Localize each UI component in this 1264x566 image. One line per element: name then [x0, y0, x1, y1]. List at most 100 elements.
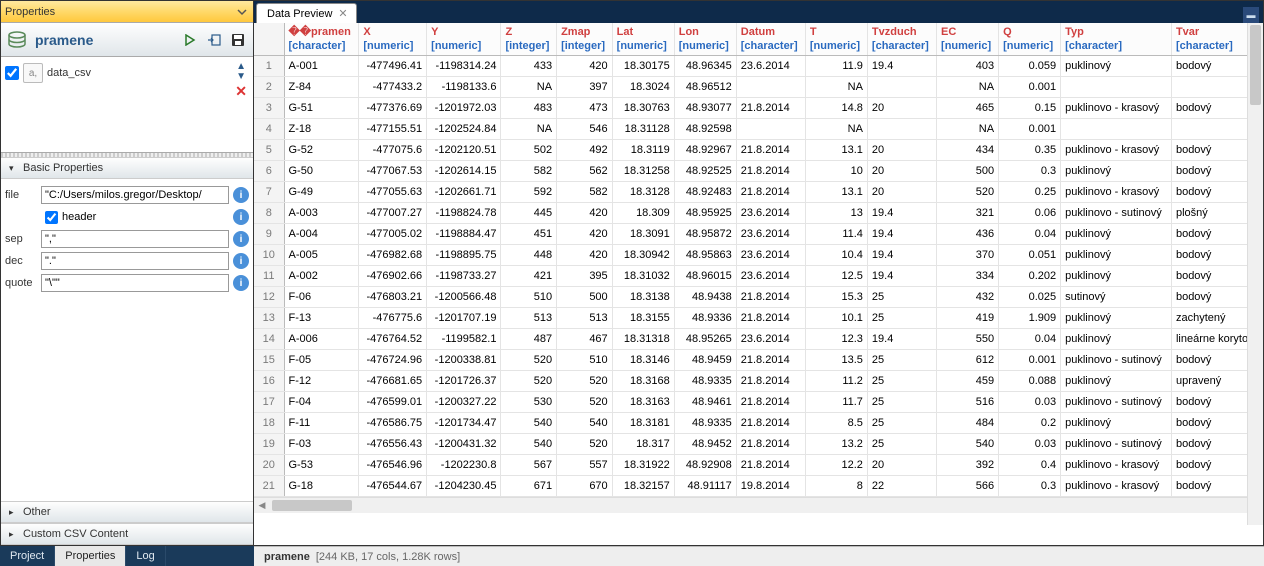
info-icon[interactable]: i — [233, 275, 249, 291]
cell[interactable]: 19.8.2014 — [736, 476, 805, 497]
cell[interactable]: G-52 — [284, 140, 359, 161]
cell[interactable]: -476586.75 — [359, 413, 427, 434]
cell[interactable]: 48.92598 — [674, 119, 736, 140]
cell[interactable]: puklinový — [1061, 371, 1172, 392]
column-header[interactable]: ��pramen[character] — [284, 23, 359, 56]
cell[interactable]: 18.3128 — [612, 182, 674, 203]
cell[interactable]: 321 — [937, 203, 999, 224]
cell[interactable]: -1198824.78 — [427, 203, 501, 224]
info-icon[interactable]: i — [233, 209, 249, 225]
cell[interactable]: 21.8.2014 — [736, 140, 805, 161]
cell[interactable]: A-001 — [284, 56, 359, 77]
cell[interactable]: -1201726.37 — [427, 371, 501, 392]
cell[interactable]: 0.03 — [999, 392, 1061, 413]
cell[interactable]: 397 — [557, 77, 613, 98]
scroll-thumb[interactable] — [1250, 25, 1261, 105]
cell[interactable] — [867, 119, 936, 140]
cell[interactable]: 433 — [501, 56, 557, 77]
cell[interactable]: 451 — [501, 224, 557, 245]
cell[interactable]: 392 — [937, 455, 999, 476]
column-header[interactable]: Y[numeric] — [427, 23, 501, 56]
save-icon[interactable] — [229, 31, 247, 49]
column-header[interactable]: Z[integer] — [501, 23, 557, 56]
cell[interactable]: NA — [501, 119, 557, 140]
delete-icon[interactable]: ✕ — [235, 83, 247, 100]
cell[interactable]: 540 — [937, 434, 999, 455]
cell[interactable]: 520 — [557, 392, 613, 413]
cell[interactable]: 23.6.2014 — [736, 56, 805, 77]
cell[interactable]: 459 — [937, 371, 999, 392]
cell[interactable]: 19.4 — [867, 224, 936, 245]
cell[interactable]: 18.3168 — [612, 371, 674, 392]
table-row[interactable]: 20G-53-476546.96-1202230.856755718.31922… — [254, 455, 1263, 476]
cell[interactable]: -1198895.75 — [427, 245, 501, 266]
cell[interactable]: 513 — [557, 308, 613, 329]
cell[interactable]: 11.7 — [805, 392, 867, 413]
table-row[interactable]: 14A-006-476764.52-1199582.148746718.3131… — [254, 329, 1263, 350]
cell[interactable]: NA — [501, 77, 557, 98]
cell[interactable]: 432 — [937, 287, 999, 308]
cell[interactable]: puklinovo - sutinový — [1061, 434, 1172, 455]
cell[interactable]: F-12 — [284, 371, 359, 392]
cell[interactable]: 530 — [501, 392, 557, 413]
cell[interactable]: 403 — [937, 56, 999, 77]
cell[interactable]: 25 — [867, 371, 936, 392]
cell[interactable]: 21.8.2014 — [736, 371, 805, 392]
cell[interactable]: 550 — [937, 329, 999, 350]
cell[interactable]: -477005.02 — [359, 224, 427, 245]
cell[interactable]: 19.4 — [867, 245, 936, 266]
cell[interactable]: 21.8.2014 — [736, 350, 805, 371]
cell[interactable]: 483 — [501, 98, 557, 119]
cell[interactable]: 567 — [501, 455, 557, 476]
cell[interactable]: 520 — [501, 371, 557, 392]
column-header[interactable]: Datum[character] — [736, 23, 805, 56]
info-icon[interactable]: i — [233, 253, 249, 269]
cell[interactable]: 612 — [937, 350, 999, 371]
cell[interactable]: 25 — [867, 392, 936, 413]
cell[interactable]: 48.95265 — [674, 329, 736, 350]
cell[interactable]: -476724.96 — [359, 350, 427, 371]
tab-data-preview[interactable]: Data Preview ✕ — [256, 3, 357, 23]
cell[interactable]: puklinový — [1061, 245, 1172, 266]
vertical-scrollbar[interactable] — [1247, 23, 1263, 525]
cell[interactable]: 510 — [557, 350, 613, 371]
cell[interactable]: 546 — [557, 119, 613, 140]
cell[interactable]: puklinovo - krasový — [1061, 140, 1172, 161]
cell[interactable]: 48.93077 — [674, 98, 736, 119]
cell[interactable]: 10 — [805, 161, 867, 182]
cell[interactable]: 670 — [557, 476, 613, 497]
column-header[interactable]: Q[numeric] — [999, 23, 1061, 56]
cell[interactable]: 11.9 — [805, 56, 867, 77]
cell[interactable]: -1202661.71 — [427, 182, 501, 203]
cell[interactable]: -477376.69 — [359, 98, 427, 119]
cell[interactable]: -476982.68 — [359, 245, 427, 266]
cell[interactable]: -476544.67 — [359, 476, 427, 497]
section-custom-csv[interactable]: ▸ Custom CSV Content — [1, 523, 253, 545]
cell[interactable]: 0.04 — [999, 224, 1061, 245]
table-row[interactable]: 7G-49-477055.63-1202661.7159258218.31284… — [254, 182, 1263, 203]
cell[interactable]: puklinový — [1061, 329, 1172, 350]
cell[interactable]: -476546.96 — [359, 455, 427, 476]
cell[interactable]: F-06 — [284, 287, 359, 308]
cell[interactable]: 0.001 — [999, 119, 1061, 140]
cell[interactable]: puklinovo - krasový — [1061, 455, 1172, 476]
table-row[interactable]: 4Z-18-477155.51-1202524.84NA54618.311284… — [254, 119, 1263, 140]
cell[interactable]: puklinový — [1061, 266, 1172, 287]
cell[interactable]: 20 — [867, 182, 936, 203]
cell[interactable]: -1202524.84 — [427, 119, 501, 140]
cell[interactable]: -1198733.27 — [427, 266, 501, 287]
cell[interactable]: 562 — [557, 161, 613, 182]
info-icon[interactable]: i — [233, 231, 249, 247]
table-row[interactable]: 2Z-84-477433.2-1198133.6NA39718.302448.9… — [254, 77, 1263, 98]
cell[interactable]: A-003 — [284, 203, 359, 224]
cell[interactable]: 0.001 — [999, 350, 1061, 371]
table-row[interactable]: 11A-002-476902.66-1198733.2742139518.310… — [254, 266, 1263, 287]
cell[interactable]: 502 — [501, 140, 557, 161]
cell[interactable]: 421 — [501, 266, 557, 287]
table-row[interactable]: 13F-13-476775.6-1201707.1951351318.31554… — [254, 308, 1263, 329]
cell[interactable]: F-11 — [284, 413, 359, 434]
table-row[interactable]: 21G-18-476544.67-1204230.4567167018.3215… — [254, 476, 1263, 497]
cell[interactable]: 18.31922 — [612, 455, 674, 476]
cell[interactable]: 520 — [937, 182, 999, 203]
cell[interactable]: -476556.43 — [359, 434, 427, 455]
